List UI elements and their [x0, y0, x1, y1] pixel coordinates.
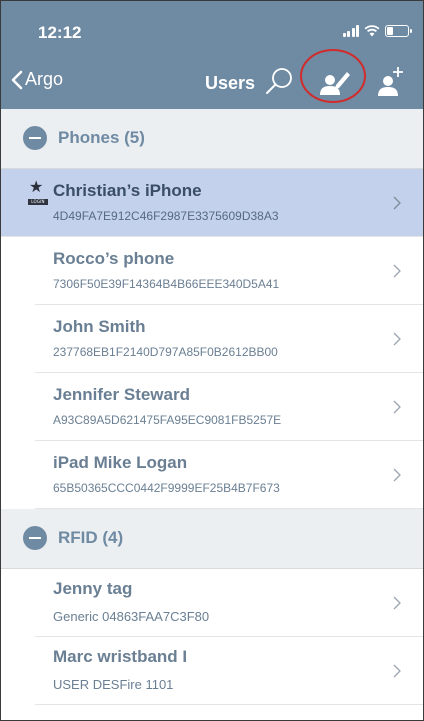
item-type: Generic 04863FAA7C3F80	[53, 609, 210, 624]
section-title: RFID (4)	[58, 528, 124, 547]
page-title: Users	[205, 73, 256, 93]
app-frame: 12:12 Argo Users Phones (5) ★ LOGIN Chri…	[0, 0, 424, 721]
chevron-right-icon	[393, 664, 401, 678]
login-badge: LOGIN	[28, 199, 48, 205]
highlight-ring	[300, 49, 366, 103]
status-icons	[342, 25, 412, 37]
collapse-icon[interactable]	[23, 126, 47, 150]
section-header-rfid[interactable]: RFID (4)	[1, 509, 423, 569]
list-item[interactable]: ★ LOGIN Christian’s iPhone 4D49FA7E912C4…	[1, 169, 423, 237]
list-item[interactable]: John Smith 237768EB1F2140D797A85F0B2612B…	[1, 305, 423, 373]
item-name: iPad Mike Logan	[53, 453, 188, 472]
item-id: 7306F50E39F14364B4B66EEE340D5A41	[53, 277, 280, 291]
add-user-button[interactable]	[375, 63, 407, 101]
chevron-left-icon	[11, 70, 23, 89]
chevron-right-icon	[393, 332, 401, 346]
item-name: Marc wristband I	[53, 647, 188, 666]
battery-icon	[385, 25, 412, 37]
item-name: Jennifer Steward	[53, 385, 190, 404]
chevron-right-icon	[393, 264, 401, 278]
item-id: A93C89A5D621475FA95EC9081FB5257E	[53, 413, 282, 427]
list-item[interactable]: Jenny tag Generic 04863FAA7C3F80	[1, 569, 423, 637]
chevron-right-icon	[393, 400, 401, 414]
signal-icon	[342, 25, 359, 37]
item-name: Jenny tag	[53, 579, 133, 598]
list-item[interactable]: Rocco’s phone 7306F50E39F14364B4B66EEE34…	[1, 237, 423, 305]
user-list: Phones (5) ★ LOGIN Christian’s iPhone 4D…	[1, 109, 423, 705]
search-button[interactable]	[263, 64, 297, 98]
user-add-icon	[378, 67, 403, 96]
section-header-phones[interactable]: Phones (5)	[1, 109, 423, 169]
item-name: Rocco’s phone	[53, 249, 175, 268]
back-label: Argo	[25, 69, 64, 89]
header: 12:12 Argo Users	[1, 1, 423, 109]
search-icon	[266, 68, 292, 94]
list-item[interactable]: Jennifer Steward A93C89A5D621475FA95EC90…	[1, 373, 423, 441]
item-id: 65B50365CCC0442F9999EF25B4B7F673	[53, 481, 280, 495]
item-id: 4D49FA7E912C46F2987E3375609D38A3	[53, 209, 279, 223]
item-name: John Smith	[53, 317, 146, 336]
wifi-icon	[364, 25, 380, 37]
item-id: 237768EB1F2140D797A85F0B2612BB00	[53, 345, 278, 359]
star-icon: ★	[29, 179, 44, 196]
section-title: Phones (5)	[58, 128, 145, 147]
list-item[interactable]: iPad Mike Logan 65B50365CCC0442F9999EF25…	[1, 441, 423, 509]
chevron-right-icon	[393, 196, 401, 210]
chevron-right-icon	[393, 468, 401, 482]
back-button[interactable]: Argo	[11, 69, 63, 90]
chevron-right-icon	[393, 596, 401, 610]
item-name: Christian’s iPhone	[53, 181, 202, 200]
item-type: USER DESFire 1101	[53, 677, 174, 692]
status-bar: 12:12	[1, 1, 423, 56]
list-item[interactable]: Marc wristband I USER DESFire 1101	[1, 637, 423, 705]
status-time: 12:12	[38, 23, 82, 42]
collapse-icon[interactable]	[23, 526, 47, 550]
